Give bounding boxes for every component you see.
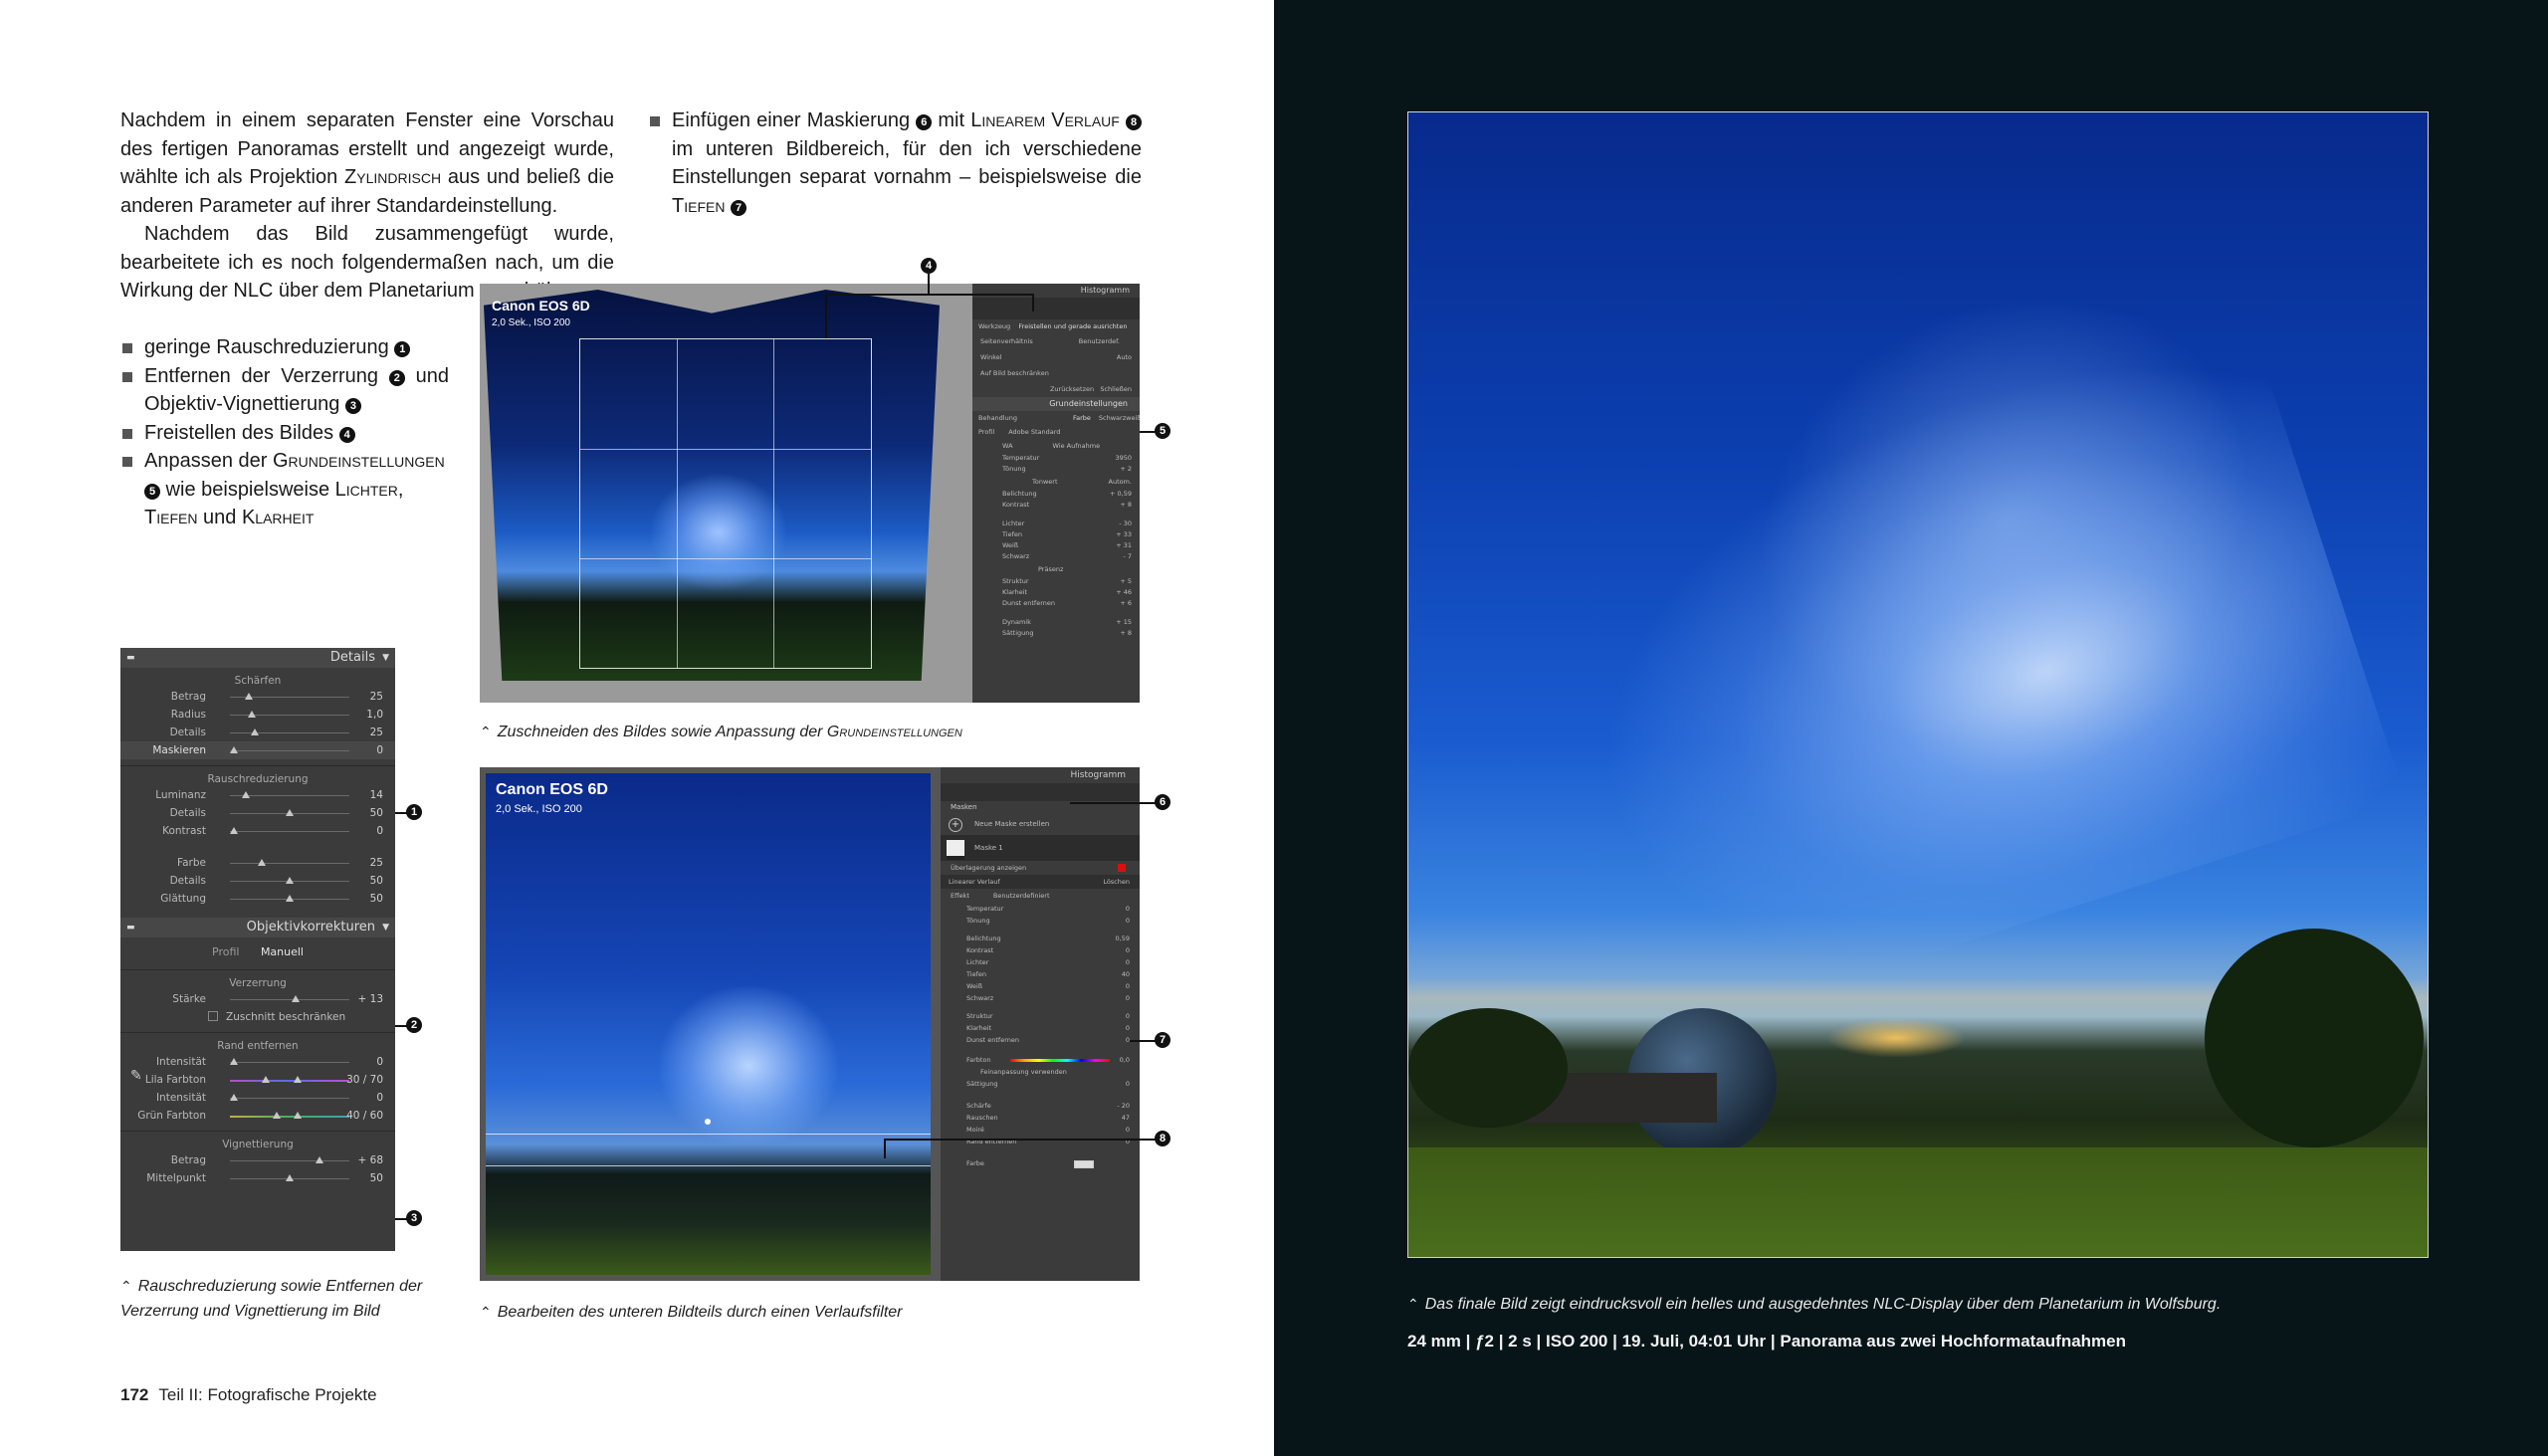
process-list: geringe Rauschreduzierung 1 Entfernen de… xyxy=(120,333,449,532)
crop-frame[interactable] xyxy=(579,338,872,669)
intro-text: Nachdem in einem separaten Fenster eine … xyxy=(120,106,614,220)
list-item: Anpassen der Grundeinstellungen 5 wie be… xyxy=(120,447,449,532)
para1-projection: Zylindrisch xyxy=(344,166,442,188)
slider-row[interactable]: Stärke + 13 xyxy=(120,990,395,1008)
slider-row[interactable]: Details 50 xyxy=(120,804,395,822)
part-title: Teil II: Fotografische Projekte xyxy=(158,1385,377,1404)
exif-line: 24 mm | ƒ2 | 2 s | ISO 200 | 19. Juli, 0… xyxy=(1407,1332,2126,1351)
tab-profile[interactable]: Profil xyxy=(212,945,239,958)
callout-5: 5 xyxy=(1155,423,1170,439)
page-number: 172 xyxy=(120,1385,149,1404)
tab-manual[interactable]: Manuell xyxy=(261,945,304,958)
histogram-header: Histogramm xyxy=(1070,770,1126,780)
sharpen-title: Schärfen xyxy=(234,675,282,687)
exposure-label: 2,0 Sek., ISO 200 xyxy=(496,803,582,815)
callout-2: 2 xyxy=(406,1017,422,1033)
mask-1-item[interactable]: Maske 1 xyxy=(941,835,1140,861)
slider-row[interactable]: Details 25 xyxy=(120,724,395,741)
caption-arrow-icon: ⌃ xyxy=(480,1304,492,1320)
lawn xyxy=(1408,1147,2428,1257)
constrain-checkbox-row[interactable]: Zuschnitt beschränken xyxy=(120,1008,395,1026)
crop-side-panel: Histogramm Werkzeug Freistellen und gera… xyxy=(972,284,1140,703)
slider-row[interactable]: Mittelpunkt 50 xyxy=(120,1169,395,1187)
vignette-title: Vignettierung xyxy=(222,1139,294,1150)
camera-label: Canon EOS 6D xyxy=(496,781,608,798)
right-page: ⌃ Das finale Bild zeigt eindrucksvoll ein… xyxy=(1274,0,2548,1456)
final-caption: ⌃ Das finale Bild zeigt eindrucksvoll ein… xyxy=(1407,1296,2222,1313)
gradient-line-2 xyxy=(486,1165,931,1166)
details-header[interactable]: ▬ Details ▼ xyxy=(120,648,395,668)
new-mask-button[interactable]: + Neue Maske erstellen xyxy=(941,813,1140,835)
callout-7: 7 xyxy=(1155,1032,1170,1048)
list-item: geringe Rauschreduzierung 1 xyxy=(120,333,449,362)
collapse-icon: ▼ xyxy=(382,923,389,933)
slider-row[interactable]: Betrag + 68 xyxy=(120,1151,395,1169)
callout-4: 4 xyxy=(921,258,937,274)
grip-icon: ▬ xyxy=(126,653,135,663)
callout-1: 1 xyxy=(406,804,422,820)
callout-8: 8 xyxy=(1155,1131,1170,1146)
mask-list: Einfügen einer Maskierung 6 mit Linearem… xyxy=(648,106,1142,220)
caption-details: ⌃ Rauschreduzierung sowie Entfernen der V… xyxy=(120,1278,423,1320)
canvas-area: Canon EOS 6D 2,0 Sek., ISO 200 xyxy=(480,284,972,703)
gradient-handle[interactable] xyxy=(705,1119,711,1125)
plus-icon: + xyxy=(949,818,962,832)
lens-header[interactable]: ▬ Objektivkorrekturen ▼ xyxy=(120,918,395,937)
slider-row[interactable]: Kontrast 0 xyxy=(120,822,395,840)
slider-row[interactable]: Glättung 50 xyxy=(120,890,395,908)
caption-crop: ⌃ Zuschneiden des Bildes sowie Anpassung … xyxy=(480,724,962,740)
lens-tabs: Profil Manuell xyxy=(120,941,395,963)
camera-label: Canon EOS 6D xyxy=(492,298,590,313)
slider-row[interactable]: Grün Farbton 40 / 60 xyxy=(120,1107,395,1125)
slider-row[interactable]: Betrag 25 xyxy=(120,688,395,706)
exposure-label: 2,0 Sek., ISO 200 xyxy=(492,317,570,328)
list-item: Entfernen der Verzerrung 2 und Objektiv-… xyxy=(120,362,449,419)
tool-strip[interactable] xyxy=(941,783,1140,801)
distortion-title: Verzerrung xyxy=(229,977,287,989)
left-page: Nachdem in einem separaten Fenster eine … xyxy=(0,0,1274,1456)
mask-side-panel: Histogramm Masken + Neue Maske erstellen … xyxy=(941,767,1140,1281)
slider-row[interactable]: Intensität 0 xyxy=(120,1053,395,1071)
caption-gradient: ⌃ Bearbeiten des unteren Bildteils durch … xyxy=(480,1304,903,1321)
checkbox[interactable] xyxy=(208,1011,218,1021)
caption-arrow-icon: ⌃ xyxy=(120,1278,132,1294)
slider-row[interactable]: Intensität 0 xyxy=(120,1089,395,1107)
lights xyxy=(1826,1018,1966,1058)
tree-right xyxy=(2205,929,2424,1147)
callout-3: 3 xyxy=(406,1210,422,1226)
slider-row[interactable]: Lila Farbton 30 / 70 xyxy=(120,1071,395,1089)
mask-rows: Temperatur 0 Tönung 0 Belichtung 0,59 Kontr… xyxy=(966,905,1130,1044)
slider-row[interactable]: Luminanz 14 xyxy=(120,786,395,804)
final-photo xyxy=(1407,111,2429,1258)
details-panel: ▬ Details ▼ Schärfen Betrag 25 Radius 1,0 … xyxy=(120,648,395,1251)
gradient-line-1 xyxy=(486,1134,931,1135)
page-footer: 172 Teil II: Fotografische Projekte xyxy=(120,1385,377,1405)
nlc-glow xyxy=(659,986,838,1145)
collapse-icon: ▼ xyxy=(382,653,389,663)
tree-left xyxy=(1408,1008,1568,1128)
slider-row[interactable]: Radius 1,0 xyxy=(120,706,395,724)
list-item: Freistellen des Bildes 4 xyxy=(120,419,449,448)
slider-row[interactable]: Details 50 xyxy=(120,872,395,890)
basic-header[interactable]: Grundeinstellungen xyxy=(972,397,1140,411)
caption-arrow-icon: ⌃ xyxy=(1407,1296,1419,1312)
list-item: Einfügen einer Maskierung 6 mit Linearem… xyxy=(648,106,1142,220)
caption-arrow-icon: ⌃ xyxy=(480,724,492,739)
noise-title: Rauschreduzierung xyxy=(207,773,309,785)
crop-screenshot: Canon EOS 6D 2,0 Sek., ISO 200 Histogram… xyxy=(480,284,1140,703)
callout-6: 6 xyxy=(1155,794,1170,810)
gradient-screenshot: Canon EOS 6D 2,0 Sek., ISO 200 Histogram… xyxy=(480,767,1140,1281)
slider-row[interactable]: Farbe 25 xyxy=(120,854,395,872)
grip-icon: ▬ xyxy=(126,923,135,933)
fringe-title: Rand entfernen xyxy=(217,1040,299,1052)
slider-row[interactable]: Maskieren 0 xyxy=(120,741,395,759)
